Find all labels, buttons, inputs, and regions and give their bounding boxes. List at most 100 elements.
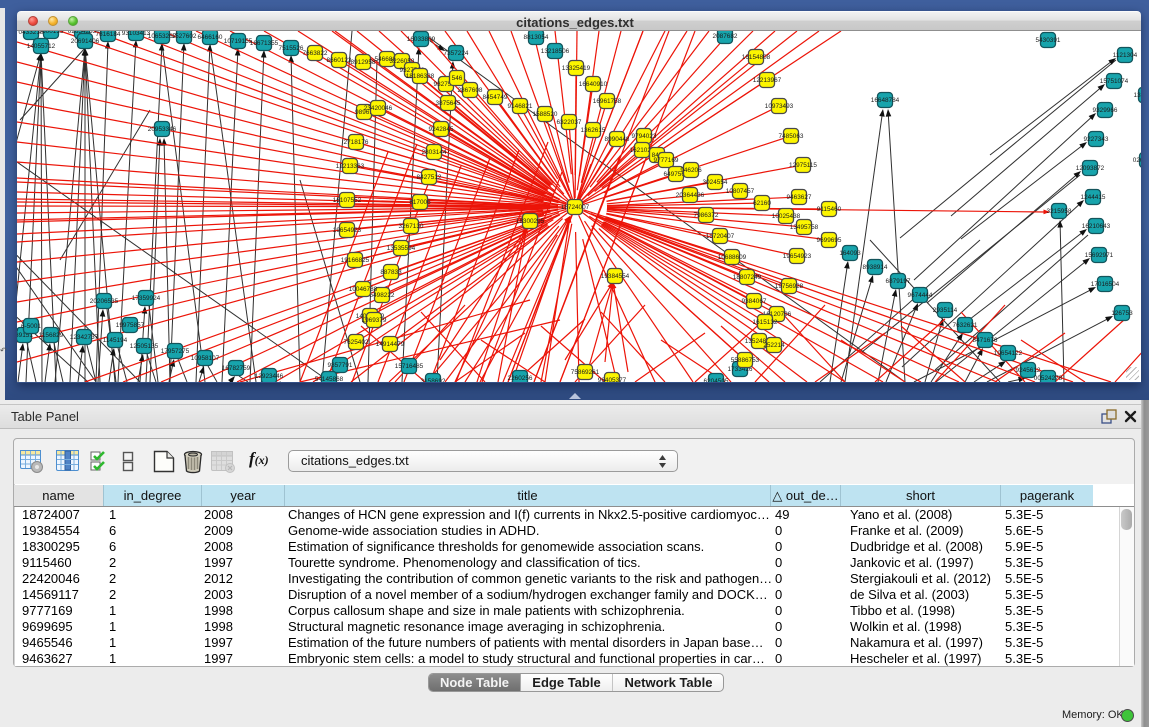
svg-text:19756928: 19756928 xyxy=(775,283,804,290)
svg-text:19975857: 19975857 xyxy=(116,322,145,329)
svg-text:8912958: 8912958 xyxy=(351,59,376,66)
svg-text:9245612: 9245612 xyxy=(1016,367,1041,374)
svg-text:5498222: 5498222 xyxy=(370,292,395,299)
svg-text:14914479: 14914479 xyxy=(376,341,405,348)
svg-text:12923446: 12923446 xyxy=(255,373,284,380)
svg-text:17957275: 17957275 xyxy=(161,348,190,355)
svg-text:7515526: 7515526 xyxy=(279,45,304,52)
svg-text:7357224: 7357224 xyxy=(444,50,469,57)
svg-text:887833: 887833 xyxy=(380,269,402,276)
svg-text:7986372: 7986372 xyxy=(694,212,719,219)
svg-text:16640910: 16640910 xyxy=(579,81,608,88)
svg-text:10973493: 10973493 xyxy=(765,103,794,110)
svg-text:2718176: 2718176 xyxy=(344,139,369,146)
svg-text:17016504: 17016504 xyxy=(1091,281,1120,288)
svg-text:1527602: 1527602 xyxy=(172,33,197,40)
svg-text:2867608: 2867608 xyxy=(458,87,483,94)
svg-text:16107552: 16107552 xyxy=(333,197,362,204)
svg-text:16033809: 16033809 xyxy=(407,36,436,43)
svg-text:10688609: 10688609 xyxy=(718,254,747,261)
svg-text:10654122: 10654122 xyxy=(994,350,1023,357)
svg-text:13535594: 13535594 xyxy=(387,245,416,252)
svg-text:55886753: 55886753 xyxy=(731,357,760,364)
svg-text:2087682: 2087682 xyxy=(713,33,738,40)
svg-text:8427512: 8427512 xyxy=(417,174,442,181)
svg-text:9227343: 9227343 xyxy=(1084,136,1109,143)
svg-text:18724007: 18724007 xyxy=(561,204,590,211)
svg-text:1362615: 1362615 xyxy=(581,127,606,134)
svg-text:5430391: 5430391 xyxy=(1036,37,1061,44)
svg-text:7625402: 7625402 xyxy=(344,339,369,346)
svg-text:16154808: 16154808 xyxy=(742,54,771,61)
svg-text:546: 546 xyxy=(452,75,463,82)
svg-text:6466160: 6466160 xyxy=(198,34,223,41)
svg-text:164093: 164093 xyxy=(839,250,861,257)
svg-text:18186328: 18186328 xyxy=(406,73,435,80)
svg-text:9857791: 9857791 xyxy=(328,362,353,369)
svg-text:3215958: 3215958 xyxy=(1047,208,1072,215)
svg-text:9146821: 9146821 xyxy=(508,103,533,110)
svg-text:19654923: 19654923 xyxy=(783,253,812,260)
svg-text:13495758: 13495758 xyxy=(790,224,819,231)
svg-text:1969379: 1969379 xyxy=(362,317,387,324)
svg-text:13218506: 13218506 xyxy=(541,48,570,55)
svg-text:126753: 126753 xyxy=(1111,310,1133,317)
svg-text:10719155: 10719155 xyxy=(224,38,253,45)
svg-text:20206535: 20206535 xyxy=(90,298,119,305)
svg-text:7632621: 7632621 xyxy=(953,322,978,329)
svg-text:9384067: 9384067 xyxy=(742,298,767,305)
svg-text:7816184: 7816184 xyxy=(96,31,121,38)
svg-text:2935114: 2935114 xyxy=(933,307,958,314)
svg-text:9242845: 9242845 xyxy=(429,126,454,133)
svg-text:9463627: 9463627 xyxy=(787,194,812,201)
svg-text:1615132: 1615132 xyxy=(753,319,778,326)
svg-text:20953346: 20953346 xyxy=(148,126,177,133)
svg-text:17359924: 17359924 xyxy=(132,295,161,302)
svg-text:6879197: 6879197 xyxy=(886,278,911,285)
svg-text:252214: 252214 xyxy=(763,342,785,349)
svg-text:16782759: 16782759 xyxy=(222,365,251,372)
svg-text:7663822: 7663822 xyxy=(303,50,328,57)
svg-text:19166825: 19166825 xyxy=(341,257,370,264)
svg-text:10046788: 10046788 xyxy=(349,286,378,293)
svg-text:817006: 817006 xyxy=(409,199,431,206)
svg-text:1145194: 1145194 xyxy=(103,337,128,344)
svg-text:1156829: 1156829 xyxy=(39,332,64,339)
svg-text:12213363: 12213363 xyxy=(336,163,365,170)
svg-text:23420046: 23420046 xyxy=(364,105,393,112)
svg-text:18807249: 18807249 xyxy=(733,274,762,281)
svg-text:15716485: 15716485 xyxy=(395,363,424,370)
svg-text:9699695: 9699695 xyxy=(817,237,842,244)
svg-text:20691406: 20691406 xyxy=(71,38,100,45)
svg-text:9777169: 9777169 xyxy=(654,157,679,164)
svg-text:8660123: 8660123 xyxy=(327,57,352,64)
svg-text:54145868: 54145868 xyxy=(315,376,344,382)
svg-text:9329966: 9329966 xyxy=(1093,107,1118,114)
svg-text:6204505: 6204505 xyxy=(704,378,729,382)
svg-text:12342737: 12342737 xyxy=(70,334,99,341)
svg-text:8471676: 8471676 xyxy=(973,337,998,344)
svg-text:6322037: 6322037 xyxy=(557,119,582,126)
svg-text:12093872: 12093872 xyxy=(1076,165,1105,172)
svg-text:3267130: 3267130 xyxy=(399,223,424,230)
svg-text:8454749: 8454749 xyxy=(483,94,508,101)
svg-text:10025438: 10025438 xyxy=(772,213,801,220)
svg-text:7485063: 7485063 xyxy=(779,133,804,140)
svg-text:20364436: 20364436 xyxy=(676,192,705,199)
svg-text:946206: 946206 xyxy=(680,167,702,174)
svg-text:19654923: 19654923 xyxy=(333,227,362,234)
svg-text:00524278: 00524278 xyxy=(1034,375,1063,382)
svg-text:12213967: 12213967 xyxy=(753,77,782,84)
svg-text:8990448: 8990448 xyxy=(605,136,630,143)
svg-text:3875645: 3875645 xyxy=(436,100,461,107)
svg-text:75869261: 75869261 xyxy=(571,369,600,376)
svg-text:8813054: 8813054 xyxy=(524,34,549,41)
svg-text:14055712: 14055712 xyxy=(27,43,56,50)
svg-text:93103413: 93103413 xyxy=(122,31,151,37)
svg-text:12505135: 12505135 xyxy=(130,343,159,350)
svg-text:15720407: 15720407 xyxy=(706,233,735,240)
svg-text:2803144: 2803144 xyxy=(422,149,447,156)
svg-text:16961758: 16961758 xyxy=(593,98,622,105)
svg-text:02606474: 02606474 xyxy=(1133,157,1141,164)
svg-text:16671355: 16671355 xyxy=(250,40,279,47)
